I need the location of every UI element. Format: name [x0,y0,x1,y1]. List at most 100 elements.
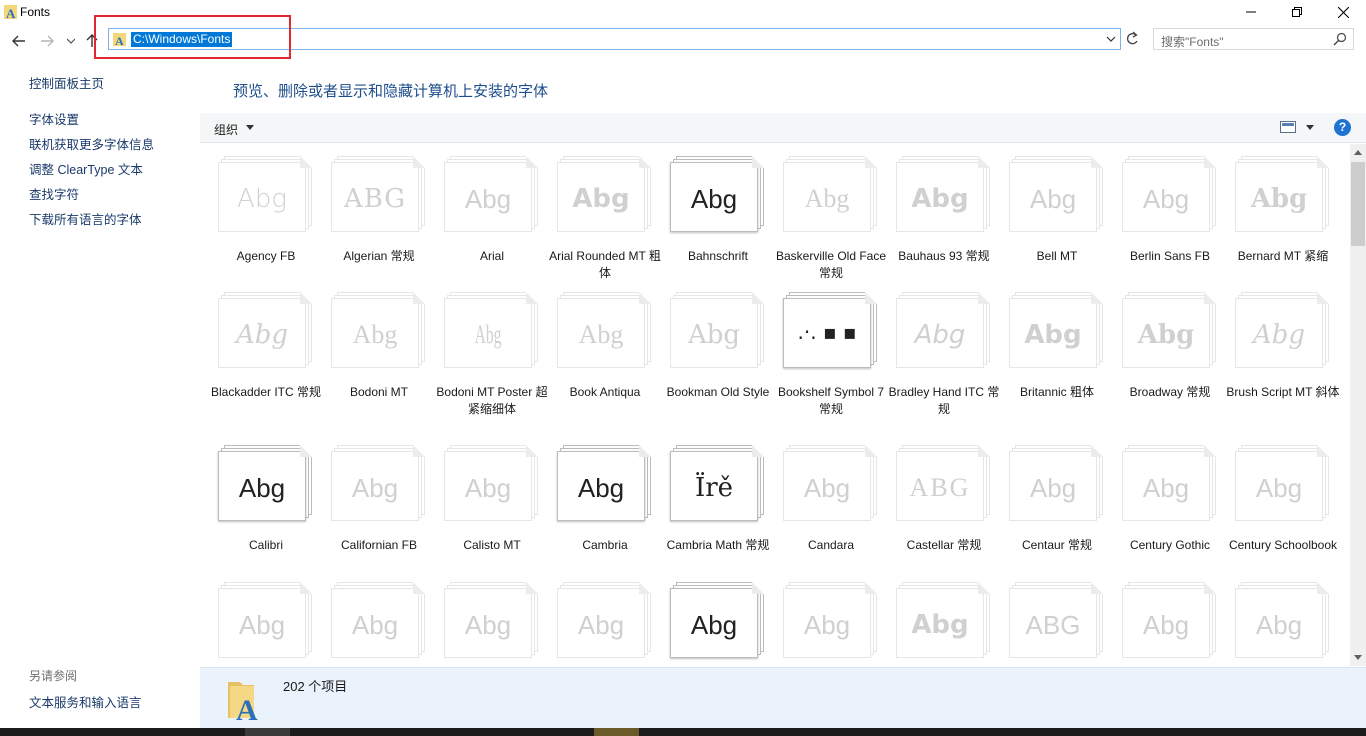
font-tile[interactable]: Abg Bauhaus 93 常规 [878,144,991,280]
control-panel-home-link[interactable]: 控制面板主页 [29,73,104,92]
font-tile[interactable]: Abg Californian FB [313,433,426,569]
font-preview-icon[interactable]: Abg [444,292,540,370]
font-preview-icon[interactable]: Abg [331,292,427,370]
font-tile[interactable]: Abg Bradley Hand ITC 常规 [878,280,999,416]
up-button[interactable] [84,31,100,51]
vertical-scrollbar[interactable] [1350,144,1366,666]
font-preview-icon[interactable]: Abg [1235,582,1331,660]
font-preview-icon[interactable]: Ïrě [670,445,766,523]
font-preview-icon[interactable]: Abg [218,292,314,370]
font-preview-icon[interactable]: Abg [1009,156,1105,234]
font-tile[interactable]: Abg Bookman Old Style [652,280,769,416]
font-tile[interactable]: Abg Brush Script MT 斜体 [1217,280,1340,416]
font-preview-icon[interactable]: Abg [444,156,540,234]
font-preview-icon[interactable]: Abg [557,292,653,370]
font-settings-link[interactable]: 字体设置 [29,109,79,128]
font-preview-icon[interactable]: Abg [1009,445,1105,523]
font-preview-icon[interactable]: Abg [896,582,992,660]
back-button[interactable] [10,31,28,51]
text-services-link[interactable]: 文本服务和输入语言 [29,692,142,711]
font-preview-icon[interactable]: .·. ▪ ▪ [783,292,879,370]
scrollbar-thumb[interactable] [1351,162,1365,246]
font-tile[interactable]: Abg Calisto MT [426,433,539,569]
font-preview-icon[interactable]: Abg [1235,292,1331,370]
search-icon[interactable] [1333,32,1347,46]
font-tile[interactable]: Abg Agency FB [200,144,313,280]
help-icon[interactable]: ? [1334,119,1351,136]
font-tile[interactable]: Abg Book Antiqua [539,280,652,416]
font-preview-icon[interactable]: Abg [1122,156,1218,234]
font-tile[interactable]: Abg Bahnschrift [652,144,765,280]
chevron-down-icon[interactable] [246,125,254,130]
recent-locations-button[interactable] [64,31,78,51]
forward-button[interactable] [38,31,56,51]
font-tile[interactable]: Abg Century Schoolbook [1217,433,1337,569]
font-preview-icon[interactable]: Abg [783,156,879,234]
font-preview-icon[interactable]: Abg [1122,582,1218,660]
font-tile[interactable]: Abg Blackadder ITC 常规 [200,280,321,416]
maximize-button[interactable] [1274,0,1320,24]
chevron-down-icon[interactable] [1306,125,1314,130]
font-preview-icon[interactable]: Abg [896,292,992,370]
font-tile[interactable]: Abg Britannic 粗体 [991,280,1104,416]
font-tile[interactable]: Abg [765,570,878,666]
address-bar[interactable]: A C:\Windows\Fonts [108,28,1121,50]
font-preview-icon[interactable]: Abg [444,582,540,660]
font-tile[interactable]: Abg Bodoni MT [313,280,426,416]
font-tile[interactable]: Abg Berlin Sans FB [1104,144,1217,280]
chevron-down-icon[interactable] [1104,32,1118,46]
font-tile[interactable]: Abg Century Gothic [1104,433,1217,569]
font-preview-icon[interactable]: Abg [670,156,766,234]
font-preview-icon[interactable]: Abg [218,445,314,523]
taskbar-item[interactable] [245,728,290,736]
font-tile[interactable]: Abg Broadway 常规 [1104,280,1217,416]
font-tile[interactable]: Abg [426,570,539,666]
taskbar-item[interactable] [594,728,639,736]
font-preview-icon[interactable]: Abg [670,582,766,660]
font-preview-icon[interactable]: Abg [1009,292,1105,370]
font-preview-icon[interactable]: Abg [1122,292,1218,370]
scroll-up-icon[interactable] [1354,150,1362,155]
organize-button[interactable]: 组织 [214,121,238,138]
font-tile[interactable]: Abg [878,570,991,666]
font-tile[interactable]: Abg Bodoni MT Poster 超紧缩细体 [426,280,548,416]
font-preview-icon[interactable]: Abg [896,156,992,234]
font-preview-icon[interactable]: Abg [670,292,766,370]
font-preview-icon[interactable]: Abg [331,582,427,660]
search-box[interactable]: 搜索"Fonts" [1153,28,1354,50]
font-preview-icon[interactable]: Abg [557,156,653,234]
font-tile[interactable]: Abg Bell MT [991,144,1104,280]
font-preview-icon[interactable]: Abg [557,445,653,523]
font-preview-icon[interactable]: Abg [444,445,540,523]
search-input[interactable]: 搜索"Fonts" [1161,33,1224,50]
online-font-info-link[interactable]: 联机获取更多字体信息 [29,134,154,153]
font-preview-icon[interactable]: Abg [218,156,314,234]
font-tile[interactable]: Abg Cambria [539,433,652,569]
font-tile[interactable]: Abg [1217,570,1330,666]
font-preview-icon[interactable]: ABG [331,156,427,234]
font-tile[interactable]: Ïrě Cambria Math 常规 [652,433,769,569]
font-tile[interactable]: Abg [1104,570,1217,666]
close-button[interactable] [1320,0,1366,24]
font-preview-icon[interactable]: Abg [783,582,879,660]
font-tile[interactable]: Abg [313,570,426,666]
font-preview-icon[interactable]: ABG [896,445,992,523]
font-tile[interactable]: .·. ▪ ▪ Bookshelf Symbol 7 常规 [765,280,884,416]
font-tile[interactable]: Abg Baskerville Old Face 常规 [765,144,886,280]
refresh-icon[interactable] [1123,29,1141,49]
font-tile[interactable]: Abg [539,570,652,666]
font-preview-icon[interactable]: Abg [557,582,653,660]
cleartype-link[interactable]: 调整 ClearType 文本 [29,159,143,178]
font-tile[interactable]: Abg [200,570,313,666]
font-tile[interactable]: ABG Algerian 常规 [313,144,426,280]
font-tile[interactable]: Abg Calibri [200,433,313,569]
font-preview-icon[interactable]: Abg [1122,445,1218,523]
font-preview-icon[interactable]: ABG [1009,582,1105,660]
address-path[interactable]: C:\Windows\Fonts [131,32,233,47]
font-preview-icon[interactable]: Abg [1235,445,1331,523]
scroll-down-icon[interactable] [1354,655,1362,660]
font-tile[interactable]: Abg Centaur 常规 [991,433,1104,569]
font-tile[interactable]: Abg [652,570,765,666]
font-tile[interactable]: ABG [991,570,1104,666]
view-options-icon[interactable] [1280,121,1296,133]
